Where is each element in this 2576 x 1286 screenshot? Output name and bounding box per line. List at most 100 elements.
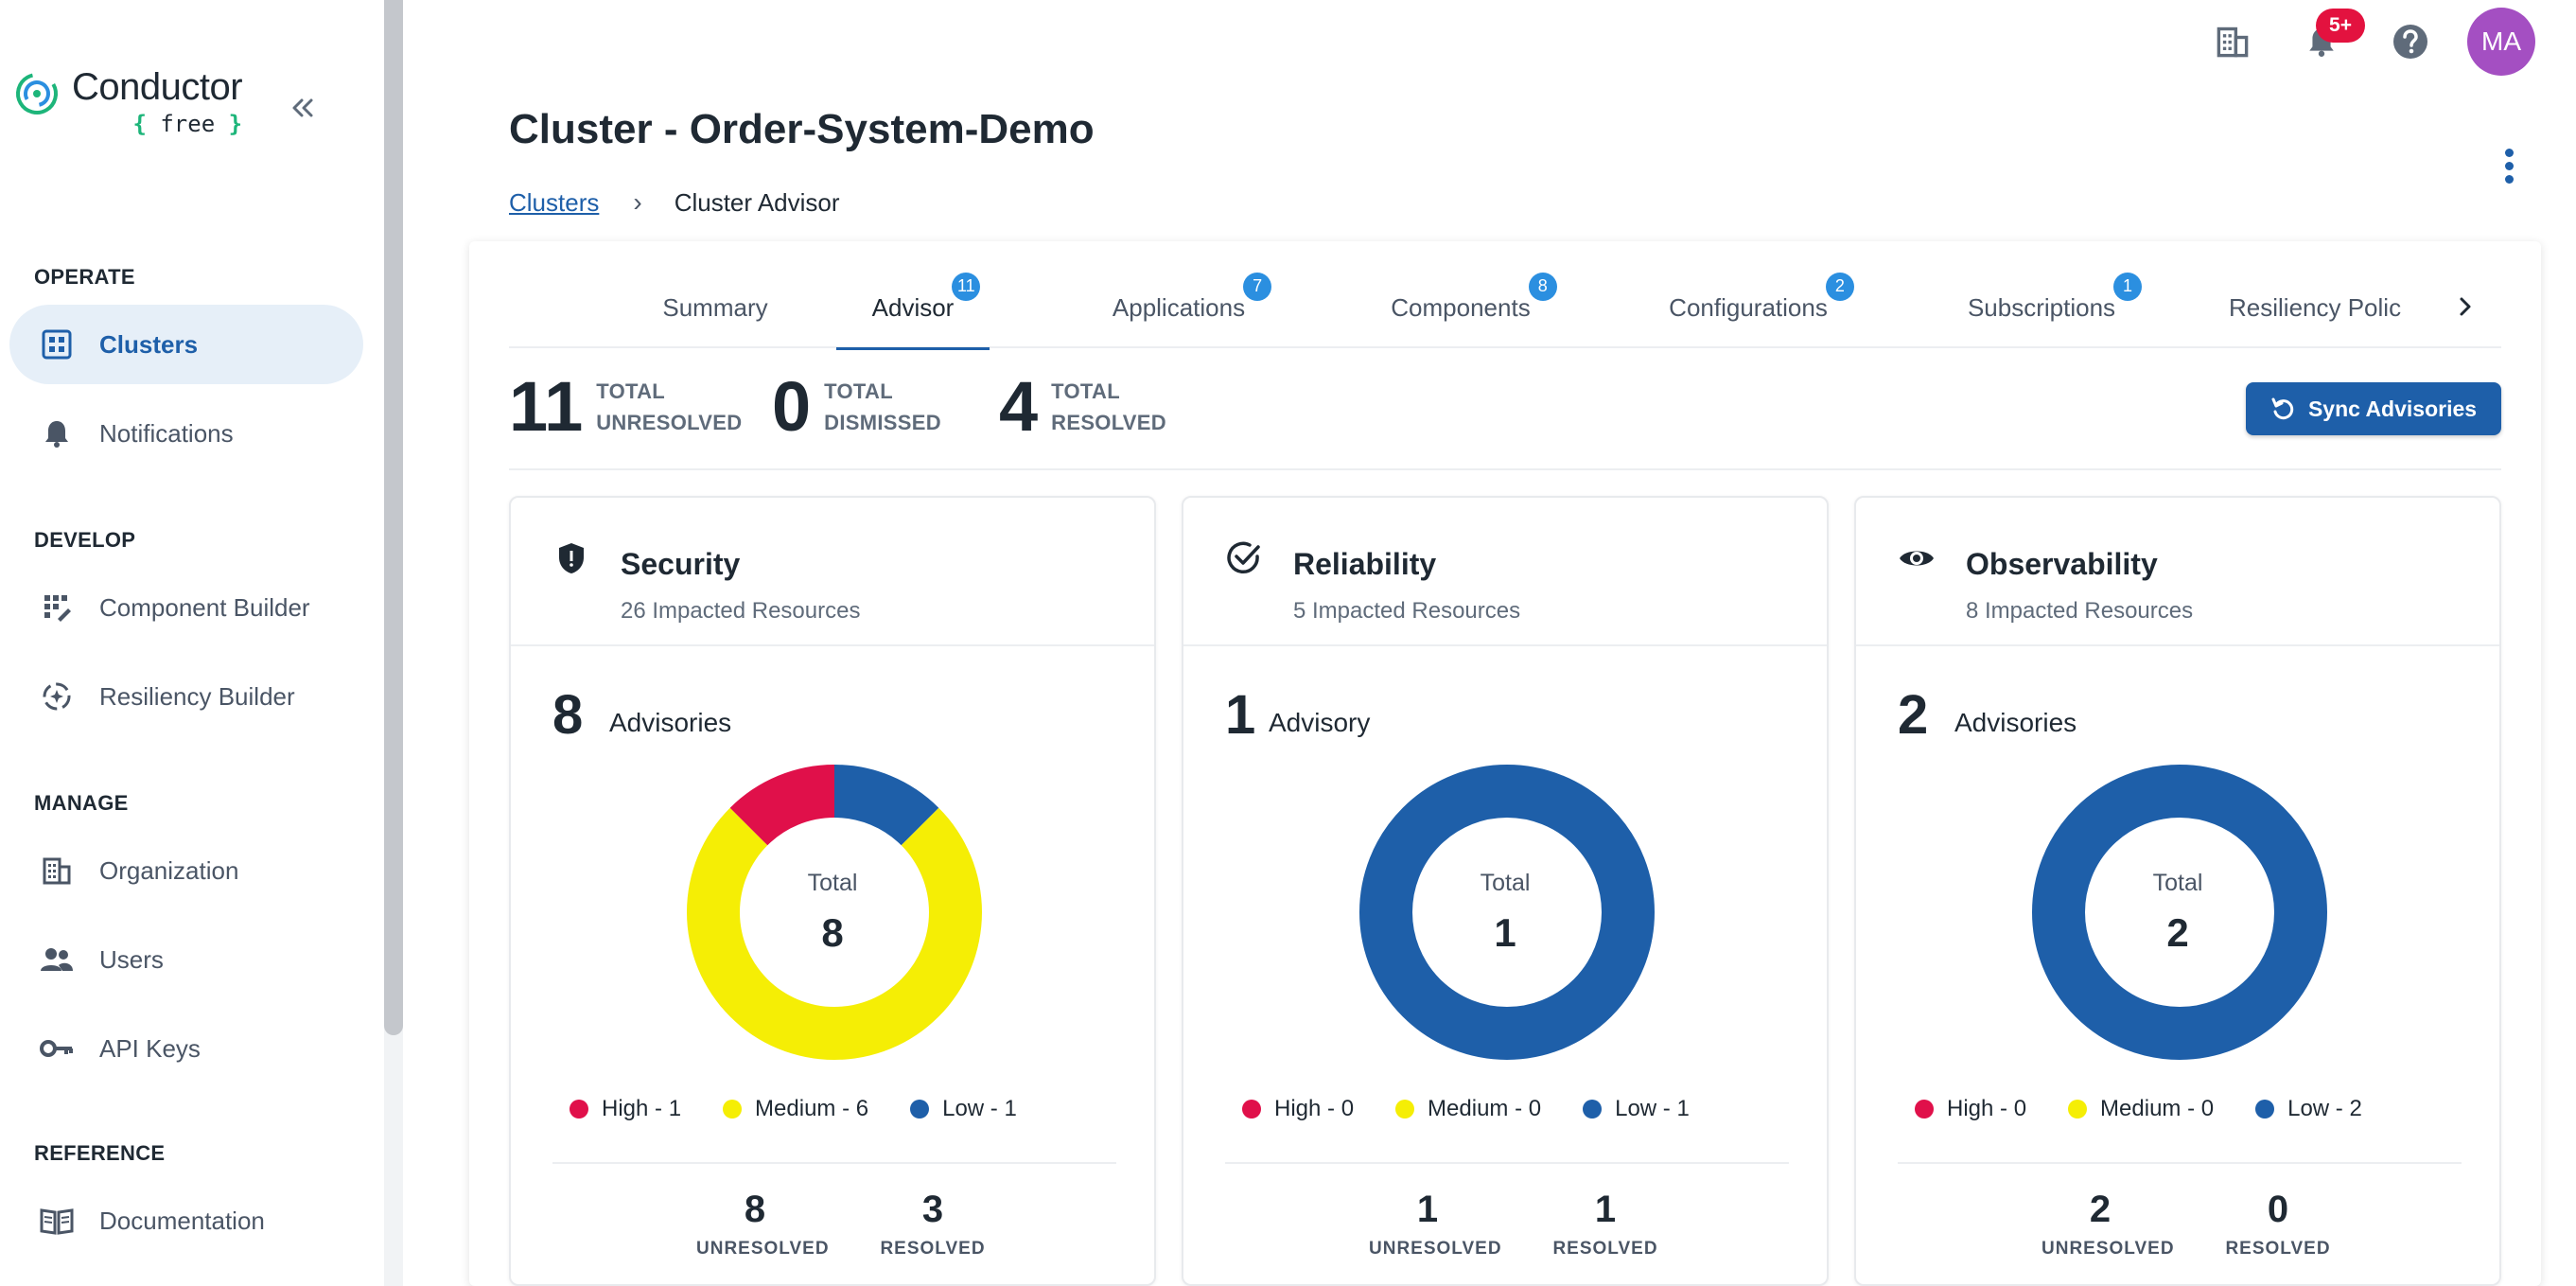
tabs-scroll-right-button[interactable] bbox=[2446, 286, 2484, 327]
resolved-stat: 1 RESOLVED bbox=[1552, 1189, 1658, 1259]
divider bbox=[1898, 1162, 2462, 1164]
tab-summary[interactable]: Summary bbox=[604, 267, 827, 348]
section-reference: REFERENCE bbox=[34, 1141, 166, 1165]
advisory-count-label: Advisories bbox=[609, 708, 732, 737]
tab-resiliency-policies[interactable]: Resiliency Polic bbox=[2229, 267, 2446, 348]
legend-dot-low bbox=[1583, 1100, 1603, 1119]
breadcrumb-clusters-link[interactable]: Clusters bbox=[509, 188, 599, 218]
legend-dot-medium bbox=[2068, 1100, 2088, 1119]
legend-dot-medium bbox=[723, 1100, 743, 1119]
sidebar-item-organization[interactable]: Organization bbox=[9, 831, 363, 910]
kebab-dot bbox=[2504, 174, 2514, 184]
sidebar-item-api-keys[interactable]: API Keys bbox=[9, 1009, 363, 1088]
donut-total-label: Total bbox=[1480, 870, 1531, 896]
legend-low: Low - 2 bbox=[2255, 1096, 2362, 1122]
resolved-stat: 3 RESOLVED bbox=[880, 1189, 986, 1259]
sidebar-item-resiliency-builder[interactable]: Resiliency Builder bbox=[9, 657, 363, 736]
card-reliability: Reliability 5 Impacted Resources 1 Advis… bbox=[1182, 496, 1829, 1286]
legend-dot-low bbox=[2255, 1100, 2275, 1119]
legend-low: Low - 1 bbox=[910, 1096, 1017, 1122]
donut-total-value: 8 bbox=[821, 910, 844, 955]
tab-configurations[interactable]: Configurations 2 bbox=[1625, 267, 1871, 348]
tab-label: Configurations 2 bbox=[1669, 272, 1854, 323]
divider bbox=[552, 1162, 1116, 1164]
stat-label: TOTAL UNRESOLVED bbox=[596, 379, 743, 434]
sidebar-item-clusters[interactable]: Clusters bbox=[9, 305, 363, 384]
eye-icon bbox=[1898, 539, 1936, 577]
organization-switch-button[interactable] bbox=[2206, 15, 2259, 68]
unresolved-stat: 1 UNRESOLVED bbox=[1369, 1189, 1502, 1259]
cluster-tabs: Summary Advisor 11 Applications 7 Componen… bbox=[509, 267, 2501, 350]
sync-advisories-label: Sync Advisories bbox=[2307, 396, 2478, 421]
impacted-resources: 26 Impacted Resources bbox=[621, 598, 861, 624]
impacted-resources: 5 Impacted Resources bbox=[1293, 598, 1521, 624]
clusters-icon bbox=[38, 326, 76, 363]
collapse-sidebar-button[interactable] bbox=[284, 89, 322, 127]
sidebar-item-label: Notifications bbox=[99, 418, 234, 448]
tab-subscriptions[interactable]: Subscriptions 1 bbox=[1928, 267, 2155, 348]
help-button[interactable] bbox=[2384, 15, 2437, 68]
conductor-logo[interactable]: Conductor { free } bbox=[13, 66, 243, 137]
advisory-count-label: Advisory bbox=[1269, 708, 1371, 737]
sidebar-item-notifications[interactable]: Notifications bbox=[9, 394, 363, 473]
brand-name: Conductor bbox=[72, 66, 243, 108]
stat-value: 0 bbox=[772, 367, 812, 446]
advisory-count: 1 bbox=[1225, 684, 1256, 746]
unresolved-stat: 2 UNRESOLVED bbox=[2042, 1189, 2175, 1259]
double-chevron-left-icon bbox=[292, 98, 313, 117]
chevron-right-icon: › bbox=[633, 187, 642, 217]
tab-applications[interactable]: Applications 7 bbox=[1065, 267, 1292, 348]
tab-label: Components 8 bbox=[1391, 272, 1557, 323]
tab-label: Subscriptions 1 bbox=[1968, 272, 2143, 323]
shield-icon bbox=[552, 539, 590, 577]
legend-high: High - 0 bbox=[1915, 1096, 2026, 1122]
tab-label: Applications 7 bbox=[1113, 272, 1272, 323]
stat-total-dismissed: 0 TOTAL DISMISSED bbox=[772, 369, 941, 445]
section-manage: MANAGE bbox=[34, 791, 129, 815]
legend-medium: Medium - 6 bbox=[723, 1096, 868, 1122]
bell-icon bbox=[38, 414, 76, 452]
donut-total-value: 1 bbox=[1494, 910, 1516, 955]
kebab-dot bbox=[2504, 148, 2514, 157]
sidebar-item-label: Resiliency Builder bbox=[99, 681, 295, 711]
impacted-resources: 8 Impacted Resources bbox=[1966, 598, 2194, 624]
sidebar-item-component-builder[interactable]: Component Builder bbox=[9, 568, 363, 647]
legend-dot-high bbox=[570, 1100, 588, 1119]
divider bbox=[1856, 644, 2499, 646]
user-avatar[interactable]: MA bbox=[2467, 8, 2535, 76]
tab-count-badge: 7 bbox=[1243, 272, 1272, 301]
refresh-icon bbox=[2271, 397, 2294, 420]
severity-legend: High - 1 Medium - 6 Low - 1 bbox=[570, 1096, 1059, 1122]
sidebar-item-users[interactable]: Users bbox=[9, 920, 363, 999]
tab-advisor[interactable]: Advisor 11 bbox=[836, 267, 990, 350]
card-observability: Observability 8 Impacted Resources 2 Adv… bbox=[1854, 496, 2501, 1286]
severity-legend: High - 0 Medium - 0 Low - 1 bbox=[1242, 1096, 1731, 1122]
sidebar-scrollbar-thumb[interactable] bbox=[384, 0, 403, 1035]
sidebar-item-documentation[interactable]: Documentation bbox=[9, 1181, 363, 1260]
legend-high: High - 1 bbox=[570, 1096, 681, 1122]
divider bbox=[511, 644, 1154, 646]
divider bbox=[1183, 644, 1827, 646]
tab-count-badge: 8 bbox=[1528, 272, 1557, 301]
book-icon bbox=[38, 1202, 76, 1240]
tab-label: Advisor 11 bbox=[872, 272, 981, 323]
card-security: Security 26 Impacted Resources 8 Advisor… bbox=[509, 496, 1156, 1286]
legend-medium: Medium - 0 bbox=[2068, 1096, 2214, 1122]
sidebar: Conductor { free } OPERATE Clusters Noti… bbox=[0, 0, 403, 1286]
advisory-count: 8 bbox=[552, 684, 584, 746]
legend-high: High - 0 bbox=[1242, 1096, 1354, 1122]
donut-total-label: Total bbox=[807, 870, 858, 896]
divider bbox=[1225, 1162, 1789, 1164]
stat-total-unresolved: 11 TOTAL UNRESOLVED bbox=[509, 369, 742, 445]
help-icon bbox=[2393, 25, 2427, 59]
stat-value: 11 bbox=[509, 367, 584, 446]
stat-value: 4 bbox=[999, 367, 1039, 446]
stat-label: TOTAL RESOLVED bbox=[1051, 379, 1166, 434]
sidebar-item-label: Clusters bbox=[99, 329, 199, 359]
more-options-button[interactable] bbox=[2490, 142, 2528, 189]
sync-advisories-button[interactable]: Sync Advisories bbox=[2246, 382, 2501, 435]
tab-components[interactable]: Components 8 bbox=[1347, 267, 1574, 348]
stat-total-resolved: 4 TOTAL RESOLVED bbox=[999, 369, 1166, 445]
sidebar-item-label: API Keys bbox=[99, 1033, 201, 1063]
section-operate: OPERATE bbox=[34, 265, 135, 289]
